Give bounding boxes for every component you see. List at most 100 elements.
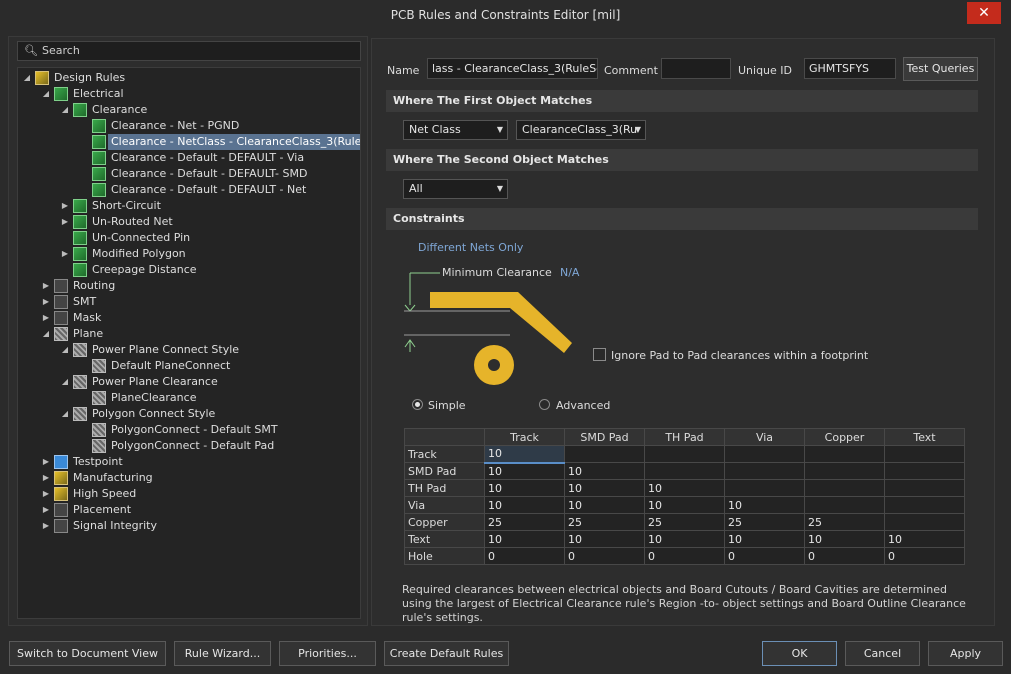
matrix-cell[interactable]: 25 — [724, 513, 805, 531]
testpoint-icon — [54, 455, 68, 469]
matrix-cell[interactable]: 0 — [484, 547, 565, 565]
expand-arrow-icon[interactable]: ▶ — [60, 198, 70, 214]
tree-item[interactable]: ▶ Short-Circuit — [18, 198, 360, 214]
collapse-arrow-icon[interactable]: ◢ — [60, 342, 70, 358]
matrix-cell[interactable]: 10 — [484, 445, 565, 464]
create-default-rules-button[interactable]: Create Default Rules — [384, 641, 509, 666]
matrix-cell[interactable]: 10 — [884, 530, 965, 548]
search-input[interactable]: 🔍︎ Search — [17, 41, 361, 61]
matrix-cell[interactable]: 10 — [724, 496, 805, 514]
tree-item[interactable]: ◢ Clearance — [18, 102, 360, 118]
matrix-row-header: SMD Pad — [404, 462, 485, 480]
matrix-cell[interactable]: 0 — [644, 547, 725, 565]
first-object-value-select[interactable]: ClearanceClass_3(Ru ▼ — [516, 120, 646, 140]
priorities-button[interactable]: Priorities... — [279, 641, 376, 666]
matrix-cell[interactable]: 10 — [644, 530, 725, 548]
collapse-arrow-icon[interactable]: ◢ — [22, 70, 32, 86]
matrix-cell[interactable]: 10 — [804, 530, 885, 548]
rule-wizard-button[interactable]: Rule Wizard... — [174, 641, 271, 666]
expand-arrow-icon[interactable]: ▶ — [41, 294, 51, 310]
expand-arrow-icon[interactable]: ▶ — [60, 214, 70, 230]
matrix-cell[interactable]: 25 — [644, 513, 725, 531]
matrix-cell[interactable]: 25 — [804, 513, 885, 531]
tree-item[interactable]: ◢ Design Rules — [18, 70, 360, 86]
matrix-cell[interactable]: 25 — [484, 513, 565, 531]
comment-field[interactable] — [661, 58, 731, 79]
tree-item[interactable]: ▶ Routing — [18, 278, 360, 294]
matrix-cell[interactable]: 10 — [564, 462, 645, 480]
advanced-radio[interactable] — [539, 399, 550, 410]
tree-item[interactable]: Clearance - NetClass - ClearanceClass_3(… — [18, 134, 360, 150]
tree-item[interactable]: ◢ Plane — [18, 326, 360, 342]
first-object-type-select[interactable]: Net Class ▼ — [403, 120, 508, 140]
test-queries-button[interactable]: Test Queries — [903, 57, 978, 81]
net-scope-link[interactable]: Different Nets Only — [418, 241, 523, 254]
tree-item[interactable]: PolygonConnect - Default SMT — [18, 422, 360, 438]
collapse-arrow-icon[interactable]: ◢ — [60, 406, 70, 422]
matrix-cell[interactable]: 10 — [564, 530, 645, 548]
expand-arrow-icon[interactable]: ▶ — [41, 310, 51, 326]
tree-item-label: Clearance — [92, 103, 148, 116]
tree-item[interactable]: Un-Connected Pin — [18, 230, 360, 246]
tree-item[interactable]: ◢ Power Plane Clearance — [18, 374, 360, 390]
second-object-type-select[interactable]: All ▼ — [403, 179, 508, 199]
tree-item[interactable]: ▶ Testpoint — [18, 454, 360, 470]
tree-item[interactable]: ◢ Electrical — [18, 86, 360, 102]
matrix-cell[interactable]: 10 — [644, 496, 725, 514]
matrix-cell[interactable]: 25 — [564, 513, 645, 531]
ignore-pad-checkbox[interactable] — [593, 348, 606, 361]
tree-item[interactable]: PolygonConnect - Default Pad — [18, 438, 360, 454]
matrix-cell[interactable]: 0 — [724, 547, 805, 565]
tree-item[interactable]: Clearance - Default - DEFAULT - Via — [18, 150, 360, 166]
tree-item[interactable]: ▶ Placement — [18, 502, 360, 518]
expand-arrow-icon[interactable]: ▶ — [41, 486, 51, 502]
matrix-cell[interactable]: 10 — [564, 479, 645, 497]
tree-item[interactable]: Clearance - Default - DEFAULT - Net — [18, 182, 360, 198]
simple-radio[interactable] — [412, 399, 423, 410]
collapse-arrow-icon[interactable]: ◢ — [60, 102, 70, 118]
tree-item[interactable]: ◢ Power Plane Connect Style — [18, 342, 360, 358]
switch-view-button[interactable]: Switch to Document View — [9, 641, 166, 666]
expand-arrow-icon[interactable]: ▶ — [41, 278, 51, 294]
expand-arrow-icon[interactable]: ▶ — [60, 246, 70, 262]
expand-arrow-icon[interactable]: ▶ — [41, 518, 51, 534]
unique-id-label: Unique ID — [738, 64, 793, 77]
tree-item[interactable]: ◢ Polygon Connect Style — [18, 406, 360, 422]
tree-item-label: Manufacturing — [73, 471, 153, 484]
tree-item[interactable]: Clearance - Net - PGND — [18, 118, 360, 134]
expand-arrow-icon[interactable]: ▶ — [41, 502, 51, 518]
tree-item[interactable]: ▶ Un-Routed Net — [18, 214, 360, 230]
name-field[interactable]: lass - ClearanceClass_3(RuleSet) — [427, 58, 598, 79]
tree-item[interactable]: ▶ Manufacturing — [18, 470, 360, 486]
tree-item[interactable]: ▶ Modified Polygon — [18, 246, 360, 262]
tree-item[interactable]: Creepage Distance — [18, 262, 360, 278]
matrix-cell[interactable]: 10 — [484, 462, 565, 480]
tree-item[interactable]: PlaneClearance — [18, 390, 360, 406]
expand-arrow-icon[interactable]: ▶ — [41, 470, 51, 486]
rule-icon — [73, 103, 87, 117]
collapse-arrow-icon[interactable]: ◢ — [41, 326, 51, 342]
tree-item[interactable]: Clearance - Default - DEFAULT- SMD — [18, 166, 360, 182]
tree-item[interactable]: ▶ SMT — [18, 294, 360, 310]
matrix-cell[interactable]: 10 — [484, 496, 565, 514]
unique-id-field[interactable]: GHMTSFYS — [804, 58, 896, 79]
matrix-cell[interactable]: 10 — [724, 530, 805, 548]
ok-button[interactable]: OK — [762, 641, 837, 666]
expand-arrow-icon[interactable]: ▶ — [41, 454, 51, 470]
tree-item[interactable]: Default PlaneConnect — [18, 358, 360, 374]
matrix-cell[interactable]: 10 — [564, 496, 645, 514]
close-button[interactable]: ✕ — [967, 2, 1001, 24]
apply-button[interactable]: Apply — [928, 641, 1003, 666]
tree-item[interactable]: ▶ Mask — [18, 310, 360, 326]
collapse-arrow-icon[interactable]: ◢ — [41, 86, 51, 102]
matrix-cell[interactable]: 10 — [644, 479, 725, 497]
cancel-button[interactable]: Cancel — [845, 641, 920, 666]
matrix-cell[interactable]: 10 — [484, 479, 565, 497]
tree-item[interactable]: ▶ High Speed — [18, 486, 360, 502]
matrix-cell[interactable]: 0 — [884, 547, 965, 565]
matrix-cell[interactable]: 0 — [564, 547, 645, 565]
tree-item[interactable]: ▶ Signal Integrity — [18, 518, 360, 534]
matrix-cell[interactable]: 0 — [804, 547, 885, 565]
collapse-arrow-icon[interactable]: ◢ — [60, 374, 70, 390]
matrix-cell[interactable]: 10 — [484, 530, 565, 548]
